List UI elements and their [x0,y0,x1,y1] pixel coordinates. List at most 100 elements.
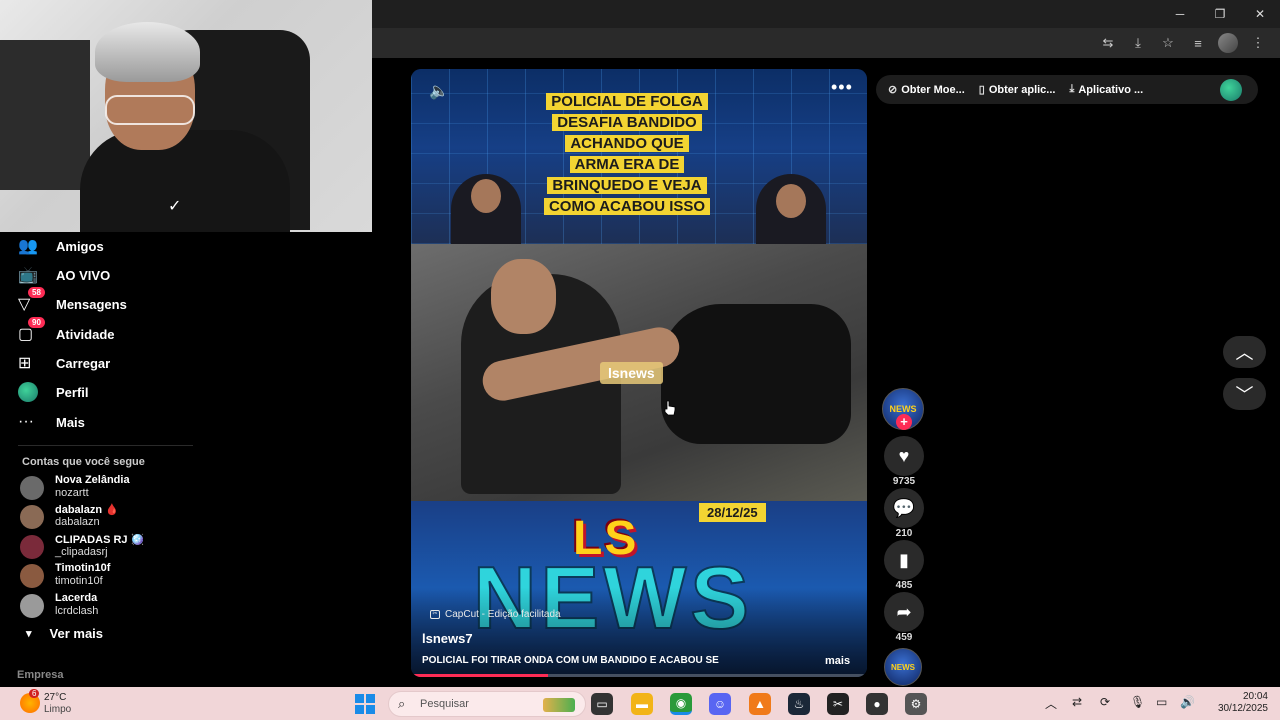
settings-icon[interactable]: ⚙ [905,693,927,715]
video-player[interactable]: POLICIAL DE FOLGA DESAFIA BANDIDO ACHAND… [411,69,867,677]
weather-widget[interactable]: 6 27°C Limpo [20,689,110,716]
bookmark-star-icon[interactable]: ☆ [1158,33,1178,53]
maximize-button[interactable]: ❐ [1200,0,1240,28]
display-icon[interactable]: ▭ [1156,695,1167,709]
app-triangle-icon[interactable]: ▲ [749,693,771,715]
music-disc[interactable]: NEWS [884,648,922,686]
comment-button[interactable]: 💬 [884,488,924,528]
like-count: 9735 [892,476,916,487]
sidebar-item-label: Atividade [56,326,115,342]
phone-icon: ▯ [978,84,985,96]
following-username: nozartt [55,487,89,499]
webcam-overlay: ✓ [0,0,372,232]
sidebar-item-perfil[interactable]: Perfil [18,380,89,404]
follow-plus-button[interactable]: + [896,414,912,430]
like-button[interactable]: ♥ [884,436,924,476]
following-name: dabalazn 🩸 [55,504,119,516]
profile-avatar[interactable] [1218,33,1238,53]
media-controls-icon[interactable]: ≡ [1188,33,1208,53]
caption-more-link[interactable]: mais [825,655,850,667]
sidebar-item-mais[interactable]: ··· Mais [18,410,85,434]
see-more-button[interactable]: ▾ Ver mais [26,626,103,641]
taskbar-search[interactable]: ⌕ Pesquisar [388,691,586,717]
following-item[interactable]: Timotin10f timotin10f [20,562,200,588]
sidebar-item-label: Carregar [56,355,111,371]
record-app-icon[interactable]: ● [866,693,888,715]
desktop-app-button[interactable]: ⤓ Aplicativo ... [1069,83,1143,96]
volume-icon[interactable]: 🔊 [1180,695,1195,709]
following-name: CLIPADAS RJ 🪩 [55,534,145,546]
sidebar-item-amigos[interactable]: 👥 Amigos [18,234,104,258]
save-button[interactable]: ▮ [884,540,924,580]
share-button[interactable]: ➦ [884,592,924,632]
see-more-label: Ver mais [49,626,104,641]
close-button[interactable]: ✕ [1240,0,1280,28]
video-more-options[interactable]: ••• [831,77,853,98]
video-author[interactable]: lsnews7 [422,631,473,646]
cam-shirt [80,130,290,232]
top-actions-bar: ⊘ Obter Moe... ▯ Obter aplic... ⤓ Aplica… [876,75,1258,104]
toolbar-icons: ⇆ ⤓ ☆ ≡ ⋮ [1098,32,1268,54]
headline-line: DESAFIA BANDIDO [552,114,702,131]
headline-line: ARMA ERA DE [569,156,685,173]
clock-date: 30/12/2025 [1217,703,1268,714]
activity-badge: 90 [28,317,45,328]
video-progress-bar[interactable] [411,674,867,677]
video-progress-fill [411,674,548,677]
weather-description: Limpo [44,704,72,715]
headline-line: COMO ACABOU ISSO [543,198,711,215]
headline-line: ACHANDO QUE [565,135,689,152]
sidebar-item-label: Mensagens [56,296,127,312]
previous-video-button[interactable]: ︿ [1223,336,1266,368]
profile-avatar[interactable] [1220,79,1242,101]
following-item[interactable]: Lacerda lcrdclash [20,592,200,618]
sidebar-item-mensagens[interactable]: ▽ 58 Mensagens [18,287,127,316]
more-icon: ··· [18,413,34,430]
following-item[interactable]: CLIPADAS RJ 🪩 _clipadasrj [20,533,200,559]
next-video-button[interactable]: ﹀ [1223,378,1266,410]
comment-icon: 💬 [892,497,916,518]
headline-line: BRINQUEDO E VEJA [547,177,707,194]
translate-icon[interactable]: ⇆ [1098,33,1118,53]
minimize-button[interactable]: ─ [1160,0,1200,28]
messages-icon: ▽ 58 [18,287,46,315]
steam-icon[interactable]: ♨ [788,693,810,715]
address-bar[interactable] [372,30,1072,56]
get-coins-button[interactable]: ⊘ Obter Moe... [888,83,965,97]
desktop-app-label: Aplicativo ... [1078,83,1144,96]
capcut-icon: ✂ [430,610,440,619]
news-anchor-head [776,184,806,218]
following-item[interactable]: Nova Zelândia nozartt [20,474,200,500]
following-title: Contas que você segue [22,456,145,468]
video-footage: lsnews [411,244,867,501]
tray-chevron-up-icon[interactable]: ︿ [1045,695,1057,712]
following-name: Lacerda [55,592,98,604]
capcut-tag[interactable]: ✂ CapCut - Edição facilitada [430,609,561,620]
comment-count: 210 [895,528,913,539]
install-app-icon[interactable]: ⤓ [1128,33,1148,53]
network-icon[interactable]: ⇄ [1072,695,1082,709]
chrome-icon[interactable]: ◉ [670,693,692,715]
sound-icon[interactable]: 🔈 [429,81,449,101]
file-explorer-icon[interactable]: ▬ [631,693,653,715]
chevron-down-icon: ▾ [26,628,32,640]
sidebar-item-ao-vivo[interactable]: 📺 AO VIVO [18,263,110,287]
capcut-app-icon[interactable]: ✂ [827,693,849,715]
sidebar-item-atividade[interactable]: ▢ 90 Atividade [18,317,115,346]
microphone-icon[interactable]: 🎙 [1130,695,1145,709]
discord-icon[interactable]: ☺ [709,693,731,715]
kebab-menu-icon[interactable]: ⋮ [1248,33,1268,53]
person-head [491,259,556,334]
task-view-icon[interactable]: ▭ [591,693,613,715]
share-arrow-icon: ➦ [896,601,912,622]
windows-start-icon[interactable] [355,694,375,714]
sync-icon[interactable]: ⟳ [1100,695,1110,709]
system-clock[interactable]: 20:04 30/12/2025 [1208,691,1268,715]
profile-avatar-icon [18,382,38,402]
company-link[interactable]: Empresa [17,669,63,681]
following-name: Timotin10f [55,562,111,574]
following-item[interactable]: dabalazn 🩸 dabalazn [20,503,200,529]
get-app-button[interactable]: ▯ Obter aplic... [978,83,1056,97]
sidebar-item-carregar[interactable]: ⊞ Carregar [18,351,110,375]
video-news-studio: POLICIAL DE FOLGA DESAFIA BANDIDO ACHAND… [411,69,867,244]
